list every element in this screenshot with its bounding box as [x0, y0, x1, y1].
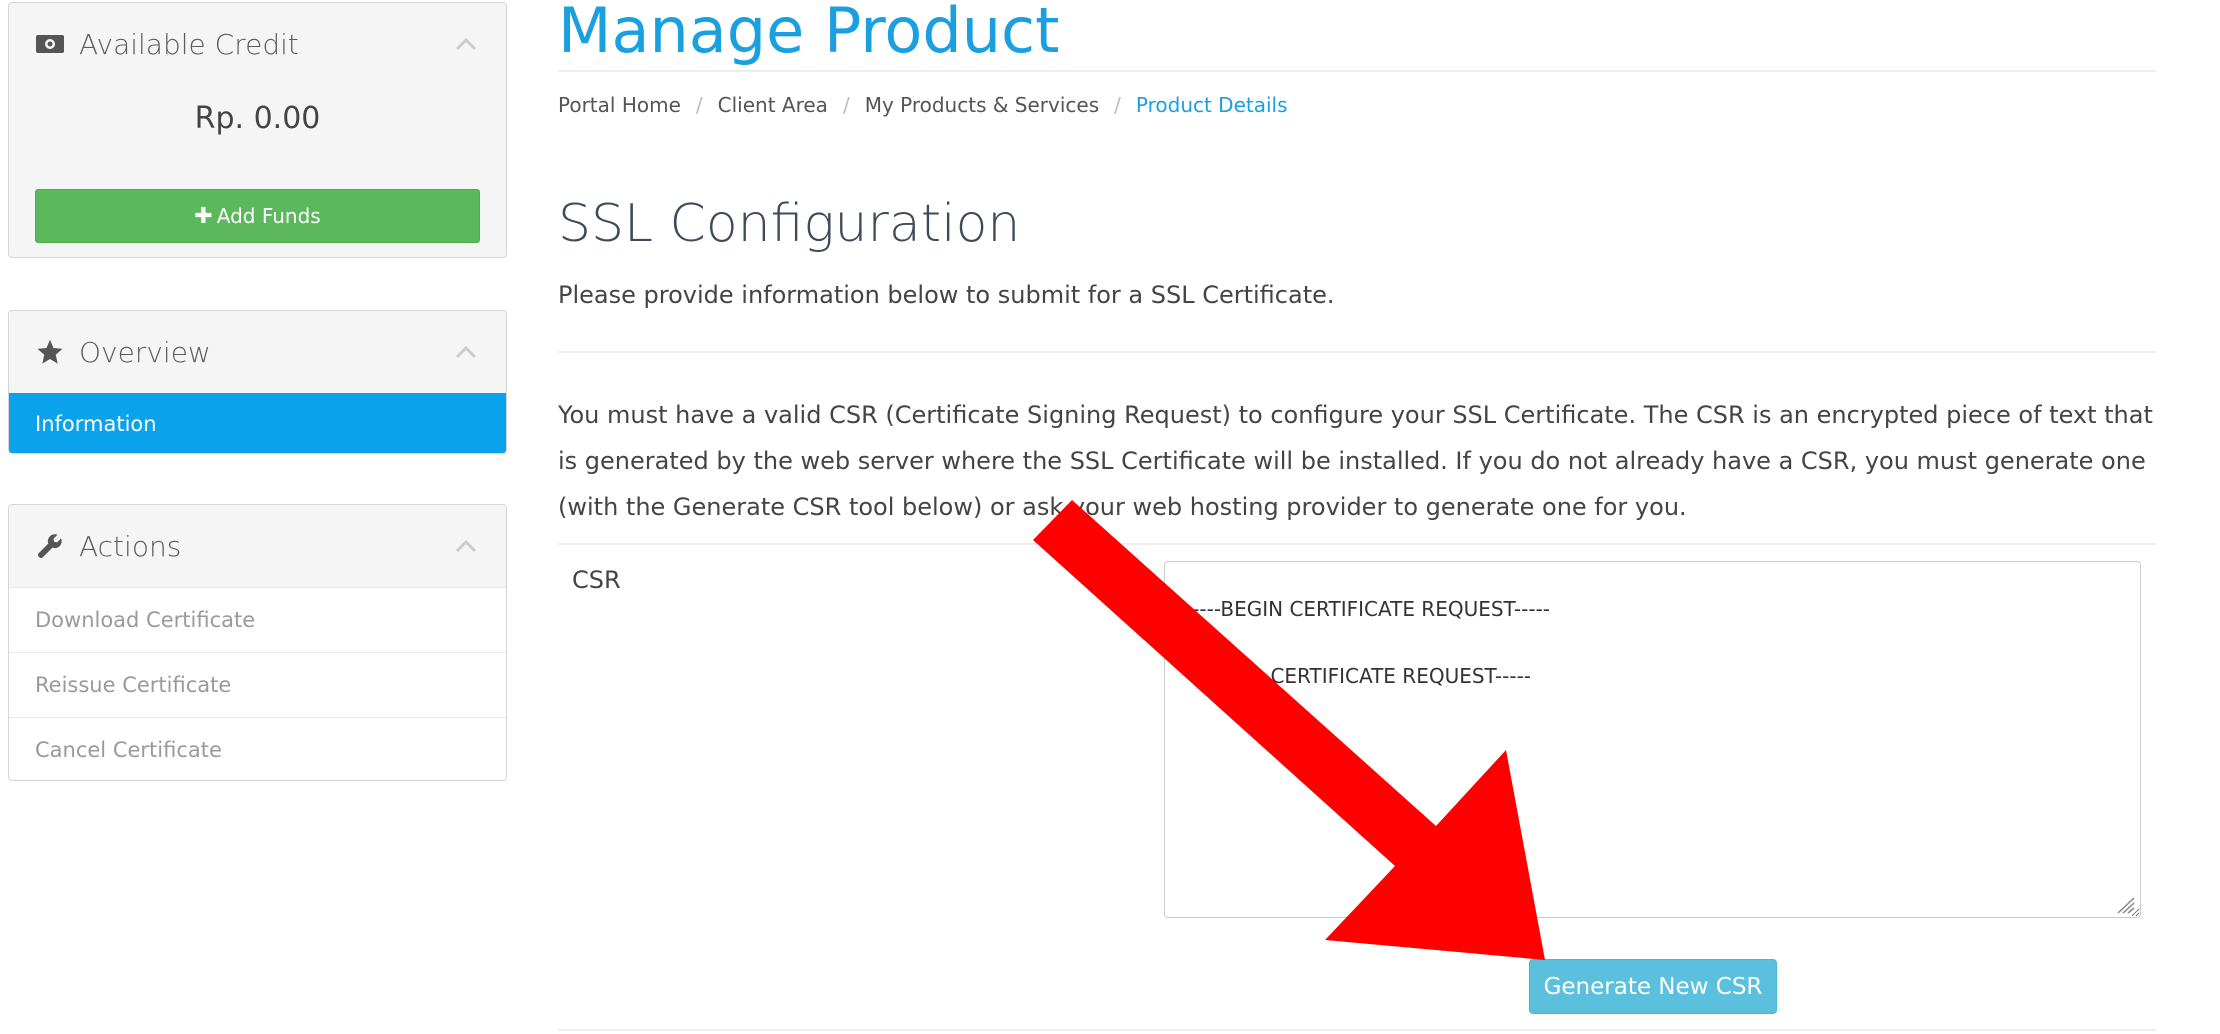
available-credit-panel: Available Credit Rp. 0.00 ✚ Add Funds — [8, 2, 507, 258]
page-title: Manage Product — [558, 0, 1060, 67]
actions-title: Actions — [79, 529, 182, 563]
wrench-icon — [35, 531, 65, 561]
csr-label: CSR — [572, 566, 621, 594]
chevron-up-icon[interactable] — [452, 338, 480, 366]
csr-info-text: You must have a valid CSR (Certificate S… — [558, 401, 2153, 521]
star-icon — [35, 337, 65, 367]
available-credit-header[interactable]: Available Credit — [9, 3, 506, 85]
breadcrumb-my-products[interactable]: My Products & Services — [865, 93, 1099, 117]
actions-header[interactable]: Actions — [9, 505, 506, 587]
available-credit-title: Available Credit — [79, 27, 299, 61]
credit-amount: Rp. 0.00 — [194, 101, 321, 136]
breadcrumb-portal-home[interactable]: Portal Home — [558, 93, 681, 117]
section-subtitle: Please provide information below to subm… — [558, 281, 1335, 309]
overview-panel: Overview Information — [8, 310, 507, 454]
reissue-certificate-link[interactable]: Reissue Certificate — [9, 652, 506, 717]
chevron-up-icon[interactable] — [452, 30, 480, 58]
generate-new-csr-button[interactable]: Generate New CSR — [1529, 959, 1777, 1014]
overview-title: Overview — [79, 335, 211, 369]
breadcrumb-separator: / — [842, 93, 850, 117]
add-funds-label: Add Funds — [216, 204, 321, 228]
csr-divider — [558, 543, 2156, 545]
cancel-certificate-link[interactable]: Cancel Certificate — [9, 717, 506, 780]
download-certificate-link[interactable]: Download Certificate — [9, 587, 506, 652]
csr-textarea[interactable]: -----BEGIN CERTIFICATE REQUEST----- ----… — [1164, 561, 2141, 918]
money-icon — [35, 29, 65, 59]
bottom-divider — [558, 1029, 2156, 1031]
sidebar-item-information[interactable]: Information — [9, 393, 506, 453]
plus-icon: ✚ — [194, 203, 213, 229]
section-title: SSL Configuration — [558, 194, 1021, 254]
breadcrumb-separator: / — [1114, 93, 1121, 117]
chevron-up-icon[interactable] — [452, 532, 480, 560]
resize-grip-icon[interactable] — [2110, 892, 2136, 914]
section-divider — [558, 351, 2156, 353]
breadcrumb-separator: / — [695, 93, 703, 117]
add-funds-button[interactable]: ✚ Add Funds — [35, 189, 480, 243]
breadcrumb: Portal Home / Client Area / My Products … — [558, 93, 1288, 117]
breadcrumb-product-details: Product Details — [1135, 93, 1288, 117]
title-divider — [558, 70, 2156, 72]
actions-panel: Actions Download Certificate Reissue Cer… — [8, 504, 507, 781]
breadcrumb-client-area[interactable]: Client Area — [718, 93, 828, 117]
overview-header[interactable]: Overview — [9, 311, 506, 393]
